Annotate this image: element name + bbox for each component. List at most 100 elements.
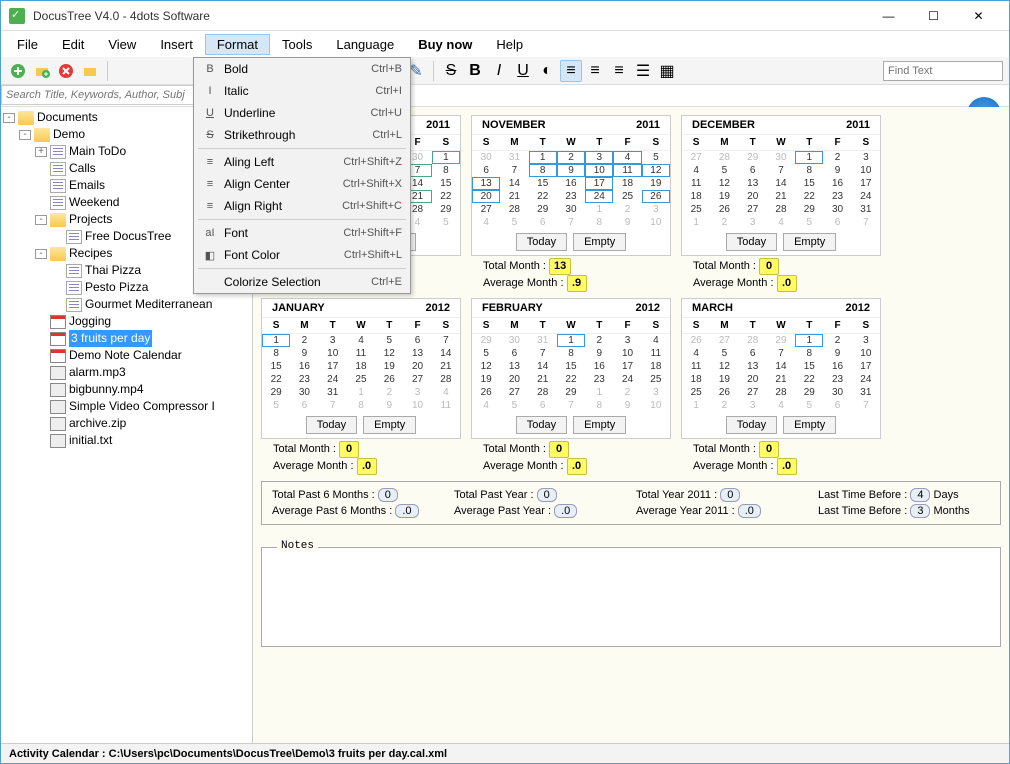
tree-toggle[interactable]: - [19, 130, 31, 140]
calendar-day[interactable]: 21 [767, 373, 795, 386]
calendar-day[interactable]: 27 [472, 203, 500, 216]
tree-item[interactable]: alarm.mp3 [35, 364, 250, 381]
calendar-day[interactable]: 5 [500, 399, 528, 412]
calendar-day[interactable]: 18 [642, 360, 670, 373]
calendar-day[interactable]: 7 [500, 164, 528, 177]
calendar-day[interactable]: 3 [852, 334, 880, 347]
calendar-day[interactable]: 16 [585, 360, 613, 373]
calendar-day[interactable]: 19 [472, 373, 500, 386]
calendar-day[interactable]: 30 [290, 386, 318, 399]
calendar-day[interactable]: 17 [613, 360, 641, 373]
calendar-day[interactable]: 6 [823, 399, 851, 412]
calendar-day[interactable]: 3 [403, 386, 431, 399]
calendar-day[interactable]: 9 [613, 399, 641, 412]
calendar-day[interactable]: 7 [557, 399, 585, 412]
format-font[interactable]: aIFontCtrl+Shift+F [194, 222, 410, 244]
menu-file[interactable]: File [5, 34, 50, 55]
calendar-day[interactable]: 7 [852, 399, 880, 412]
calendar-day[interactable]: 8 [795, 164, 823, 177]
calendar-day[interactable]: 4 [682, 164, 710, 177]
calendar-day[interactable]: 22 [795, 190, 823, 203]
calendar-day[interactable]: 12 [642, 164, 670, 177]
calendar-day[interactable]: 14 [529, 360, 557, 373]
calendar-day[interactable]: 29 [262, 386, 290, 399]
tree-item[interactable]: Demo Note Calendar [35, 347, 250, 364]
menu-view[interactable]: View [96, 34, 148, 55]
calendar-day[interactable]: 11 [347, 347, 375, 360]
calendar-day[interactable]: 24 [613, 373, 641, 386]
calendar-day[interactable]: 27 [739, 386, 767, 399]
format-align-right[interactable]: ≡Align RightCtrl+Shift+C [194, 195, 410, 217]
calendar-day[interactable]: 12 [472, 360, 500, 373]
calendar-day[interactable]: 5 [710, 164, 738, 177]
calendar-day[interactable]: 11 [642, 347, 670, 360]
calendar-day[interactable]: 29 [795, 386, 823, 399]
calendar-day[interactable]: 1 [262, 334, 290, 347]
menu-tools[interactable]: Tools [270, 34, 324, 55]
list-button[interactable]: ☰ [632, 60, 654, 82]
calendar-day[interactable]: 26 [682, 334, 710, 347]
calendar-day[interactable]: 4 [613, 151, 641, 164]
calendar-day[interactable]: 21 [500, 190, 528, 203]
calendar-day[interactable]: 1 [682, 399, 710, 412]
calendar-day[interactable]: 4 [472, 216, 500, 229]
calendar-day[interactable]: 27 [710, 334, 738, 347]
calendar-day[interactable]: 23 [585, 373, 613, 386]
calendar-day[interactable]: 2 [613, 203, 641, 216]
format-aling-left[interactable]: ≡Aling LeftCtrl+Shift+Z [194, 151, 410, 173]
calendar-day[interactable]: 18 [682, 373, 710, 386]
calendar-day[interactable]: 10 [585, 164, 613, 177]
calendar-day[interactable]: 8 [347, 399, 375, 412]
calendar-day[interactable]: 2 [613, 386, 641, 399]
calendar-day[interactable]: 14 [500, 177, 528, 190]
calendar-day[interactable]: 29 [739, 151, 767, 164]
calendar-day[interactable]: 9 [375, 399, 403, 412]
calendar-day[interactable]: 13 [739, 177, 767, 190]
calendar-day[interactable]: 28 [739, 334, 767, 347]
empty-button[interactable]: Empty [573, 233, 626, 251]
format-align-center[interactable]: ≡Align CenterCtrl+Shift+X [194, 173, 410, 195]
calendar-day[interactable]: 15 [795, 177, 823, 190]
calendar-day[interactable]: 19 [710, 190, 738, 203]
minimize-button[interactable]: — [866, 2, 911, 30]
calendar-day[interactable]: 21 [529, 373, 557, 386]
calendar-day[interactable]: 7 [767, 347, 795, 360]
calendar-day[interactable]: 25 [682, 386, 710, 399]
calendar-day[interactable]: 7 [529, 347, 557, 360]
calendar-day[interactable]: 26 [710, 386, 738, 399]
calendar-day[interactable]: 22 [529, 190, 557, 203]
calendar-day[interactable]: 5 [642, 151, 670, 164]
empty-button[interactable]: Empty [573, 416, 626, 434]
calendar-day[interactable]: 1 [557, 334, 585, 347]
calendar-day[interactable]: 11 [682, 360, 710, 373]
calendar-day[interactable]: 2 [557, 151, 585, 164]
calendar-day[interactable]: 26 [472, 386, 500, 399]
calendar-day[interactable]: 3 [739, 216, 767, 229]
calendar-day[interactable]: 10 [319, 347, 347, 360]
add-folder-button[interactable] [31, 60, 53, 82]
calendar-day[interactable]: 11 [682, 177, 710, 190]
calendar-day[interactable]: 5 [500, 216, 528, 229]
calendar-day[interactable]: 16 [557, 177, 585, 190]
calendar-day[interactable]: 15 [557, 360, 585, 373]
image-button[interactable]: ▦ [656, 60, 678, 82]
italic-button[interactable]: I [488, 60, 510, 82]
calendar-day[interactable]: 24 [852, 190, 880, 203]
format-bold[interactable]: BBoldCtrl+B [194, 58, 410, 80]
calendar-day[interactable]: 1 [585, 203, 613, 216]
calendar-day[interactable]: 6 [500, 347, 528, 360]
calendar-day[interactable]: 17 [852, 360, 880, 373]
calendar-day[interactable]: 21 [432, 360, 460, 373]
calendar-day[interactable]: 28 [710, 151, 738, 164]
calendar-day[interactable]: 6 [290, 399, 318, 412]
calendar-day[interactable]: 10 [613, 347, 641, 360]
calendar-day[interactable]: 8 [557, 347, 585, 360]
calendar-day[interactable]: 19 [375, 360, 403, 373]
calendar-day[interactable]: 30 [823, 386, 851, 399]
calendar-day[interactable]: 25 [347, 373, 375, 386]
calendar-day[interactable]: 14 [767, 177, 795, 190]
calendar-day[interactable]: 31 [319, 386, 347, 399]
maximize-button[interactable]: ☐ [911, 2, 956, 30]
format-font-color[interactable]: ◧Font ColorCtrl+Shift+L [194, 244, 410, 266]
calendar-day[interactable]: 3 [319, 334, 347, 347]
